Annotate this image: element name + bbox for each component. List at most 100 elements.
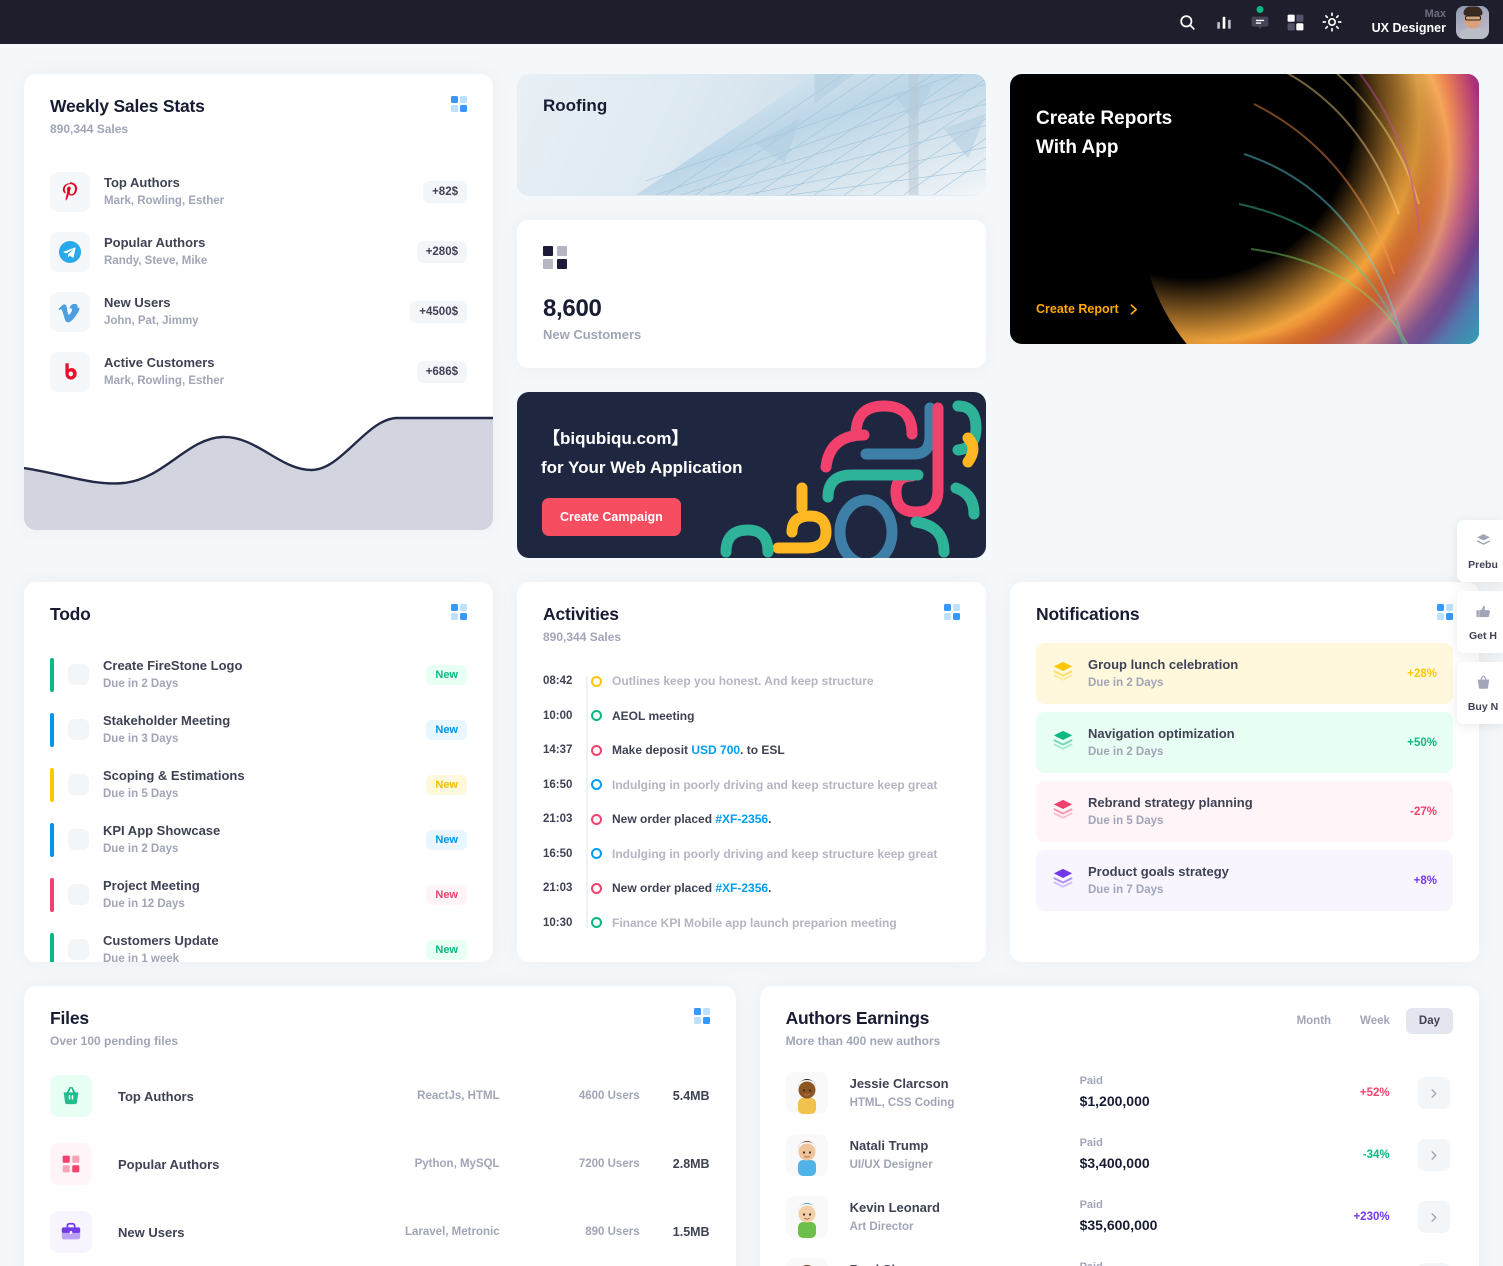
layers-icon	[1052, 660, 1074, 687]
table-row[interactable]: Kevin Leonard Art Director Paid $35,600,000…	[785, 1186, 1453, 1248]
chevron-right-icon[interactable]	[1417, 1077, 1450, 1109]
more-options-icon[interactable]	[693, 1008, 710, 1024]
weekly-sales-card: Weekly Sales Stats 890,344 Sales Top Aut…	[24, 74, 493, 530]
tab-week[interactable]: Week	[1347, 1008, 1403, 1034]
todo-name: Stakeholder Meeting	[103, 713, 231, 729]
create-campaign-button[interactable]: Create Campaign	[542, 498, 681, 536]
list-item[interactable]: Popular Authors Randy, Steve, Mike +280$	[50, 222, 467, 282]
activity-link[interactable]: #XF-2356	[715, 812, 768, 826]
activity-bullet-icon	[591, 744, 602, 756]
notification-name: Product goals strategy	[1088, 864, 1229, 880]
table-row[interactable]: Popular Authors Python, MySQL 7200 Users 2.…	[50, 1130, 710, 1198]
todo-checkbox[interactable]	[68, 939, 89, 961]
tab-month[interactable]: Month	[1284, 1008, 1344, 1034]
activity-time: 10:00	[543, 709, 573, 722]
page-title: Weekly Sales Stats	[50, 96, 205, 116]
activity-text: New order placed	[612, 812, 716, 827]
list-item: 14:37 Make deposit USD 700. to ESL	[543, 733, 960, 768]
table-row[interactable]: Brad SimmonsSuccessful FellasPaid$200,50…	[785, 1248, 1453, 1266]
notification-name: Navigation optimization	[1088, 726, 1235, 742]
activity-tail: .	[768, 812, 772, 827]
list-item[interactable]: Navigation optimization Due in 2 Days +50%	[1036, 712, 1453, 774]
activity-text: New order placed	[612, 881, 716, 896]
author-role: HTML, CSS Coding	[849, 1096, 955, 1109]
table-row[interactable]: Top Authors ReactJs, HTML 4600 Users 5.4MB	[50, 1062, 710, 1130]
search-icon[interactable]	[1170, 4, 1206, 40]
activity-bullet-icon	[591, 675, 602, 687]
stat-name: Popular Authors	[104, 235, 206, 251]
avatar[interactable]	[1456, 5, 1489, 39]
list-item[interactable]: Customers Update Due in 1 week New	[50, 922, 467, 962]
list-item[interactable]: Scoping & Estimations Due in 5 Days New	[50, 757, 467, 812]
notification-name: Group lunch celebration	[1088, 657, 1239, 672]
file-tech: Python, MySQL	[414, 1158, 500, 1170]
todo-checkbox[interactable]	[68, 664, 89, 686]
author-name: Jessie Clarcson	[849, 1075, 949, 1091]
chevron-right-icon[interactable]	[1417, 1139, 1450, 1171]
list-item[interactable]: Top Authors Mark, Rowling, Esther +82$	[50, 162, 467, 222]
author-role: UI/UX Designer	[849, 1158, 933, 1171]
rail-button-label: Buy N	[1467, 700, 1499, 713]
chart-icon[interactable]	[1206, 4, 1242, 40]
activity-text: Indulging in poorly driving and keep str…	[612, 846, 938, 861]
activity-link[interactable]: #XF-2356	[715, 881, 768, 895]
grid-icon[interactable]	[1278, 4, 1314, 40]
notification-name: Rebrand strategy planning	[1088, 795, 1253, 811]
activity-text: Finance KPI Mobile app launch preparion …	[612, 915, 897, 930]
list-item[interactable]: Project Meeting Due in 12 Days New	[50, 867, 467, 922]
author-role: Art Director	[849, 1220, 914, 1233]
list-item[interactable]: Stakeholder Meeting Due in 3 Days New	[50, 702, 467, 757]
earnings-period-tabs[interactable]: Month Week Day	[1284, 1008, 1453, 1034]
activity-link[interactable]: USD 700	[691, 743, 740, 757]
list-item[interactable]: New Users John, Pat, Jimmy +4500$	[50, 282, 467, 342]
more-options-icon[interactable]	[451, 96, 467, 112]
todo-due: Due in 3 Days	[103, 732, 179, 745]
activities-card: Activities 890,344 Sales 08:42 Outlines k…	[517, 582, 986, 962]
earnings-title: Authors Earnings	[785, 1008, 930, 1028]
todo-checkbox[interactable]	[68, 719, 89, 741]
rail-button-prebu[interactable]: Prebu	[1457, 520, 1503, 582]
rail-button-get-h[interactable]: Get H	[1457, 591, 1503, 653]
table-row[interactable]: New Users Laravel, Metronic 890 Users 1.5MB	[50, 1198, 710, 1266]
tab-day[interactable]: Day	[1405, 1008, 1453, 1034]
rail-button-buy-n[interactable]: Buy N	[1457, 662, 1503, 724]
activity-tail: .	[768, 881, 772, 896]
file-name: Top Authors	[118, 1088, 194, 1104]
arrow-right-icon	[1130, 303, 1137, 315]
building-image	[635, 74, 986, 195]
user-menu[interactable]: Max UX Designer	[1372, 5, 1489, 39]
activity-time: 21:03	[543, 882, 573, 895]
list-item[interactable]: Product goals strategy Due in 7 Days +8%	[1036, 850, 1453, 912]
file-size: 5.4MB	[672, 1089, 710, 1103]
list-item[interactable]: Group lunch celebration Due in 2 Days +28%	[1036, 643, 1453, 705]
todo-checkbox[interactable]	[68, 774, 89, 796]
more-options-icon[interactable]	[1437, 604, 1453, 620]
squares-icon	[543, 246, 567, 269]
floating-toolbar: Prebu Get H Buy N	[1457, 520, 1503, 724]
pinterest-icon	[50, 172, 90, 212]
table-row[interactable]: Jessie Clarcson HTML, CSS Coding Paid $1,20…	[785, 1062, 1453, 1124]
file-tech: Laravel, Metronic	[405, 1226, 500, 1238]
todo-checkbox[interactable]	[68, 829, 89, 851]
notifications-title: Notifications	[1036, 604, 1140, 624]
more-options-icon[interactable]	[944, 604, 960, 620]
telegram-icon	[50, 232, 90, 272]
list-item[interactable]: KPI App Showcase Due in 2 Days New	[50, 812, 467, 867]
vimeo-icon	[50, 292, 90, 332]
more-options-icon[interactable]	[451, 604, 467, 620]
activity-text: Indulging in poorly driving and keep str…	[612, 777, 938, 792]
priority-bar	[50, 932, 54, 962]
list-item[interactable]: Rebrand strategy planning Due in 5 Days -2…	[1036, 781, 1453, 843]
status-badge: New	[426, 939, 467, 960]
brightness-icon[interactable]	[1314, 4, 1350, 40]
create-report-link[interactable]: Create Report	[1036, 302, 1140, 316]
todo-name: Scoping & Estimations	[103, 768, 245, 784]
chevron-right-icon[interactable]	[1417, 1201, 1450, 1233]
chat-icon[interactable]	[1242, 4, 1278, 40]
todo-checkbox[interactable]	[68, 884, 89, 906]
todo-card: Todo Create FireStone Logo Due in 2 Days N…	[24, 582, 493, 962]
paid-label: Paid	[1079, 1199, 1103, 1211]
new-customers-label: New Customers	[543, 327, 642, 342]
table-row[interactable]: Natali Trump UI/UX Designer Paid $3,400,000…	[785, 1124, 1453, 1186]
list-item[interactable]: Create FireStone Logo Due in 2 Days New	[50, 647, 467, 702]
